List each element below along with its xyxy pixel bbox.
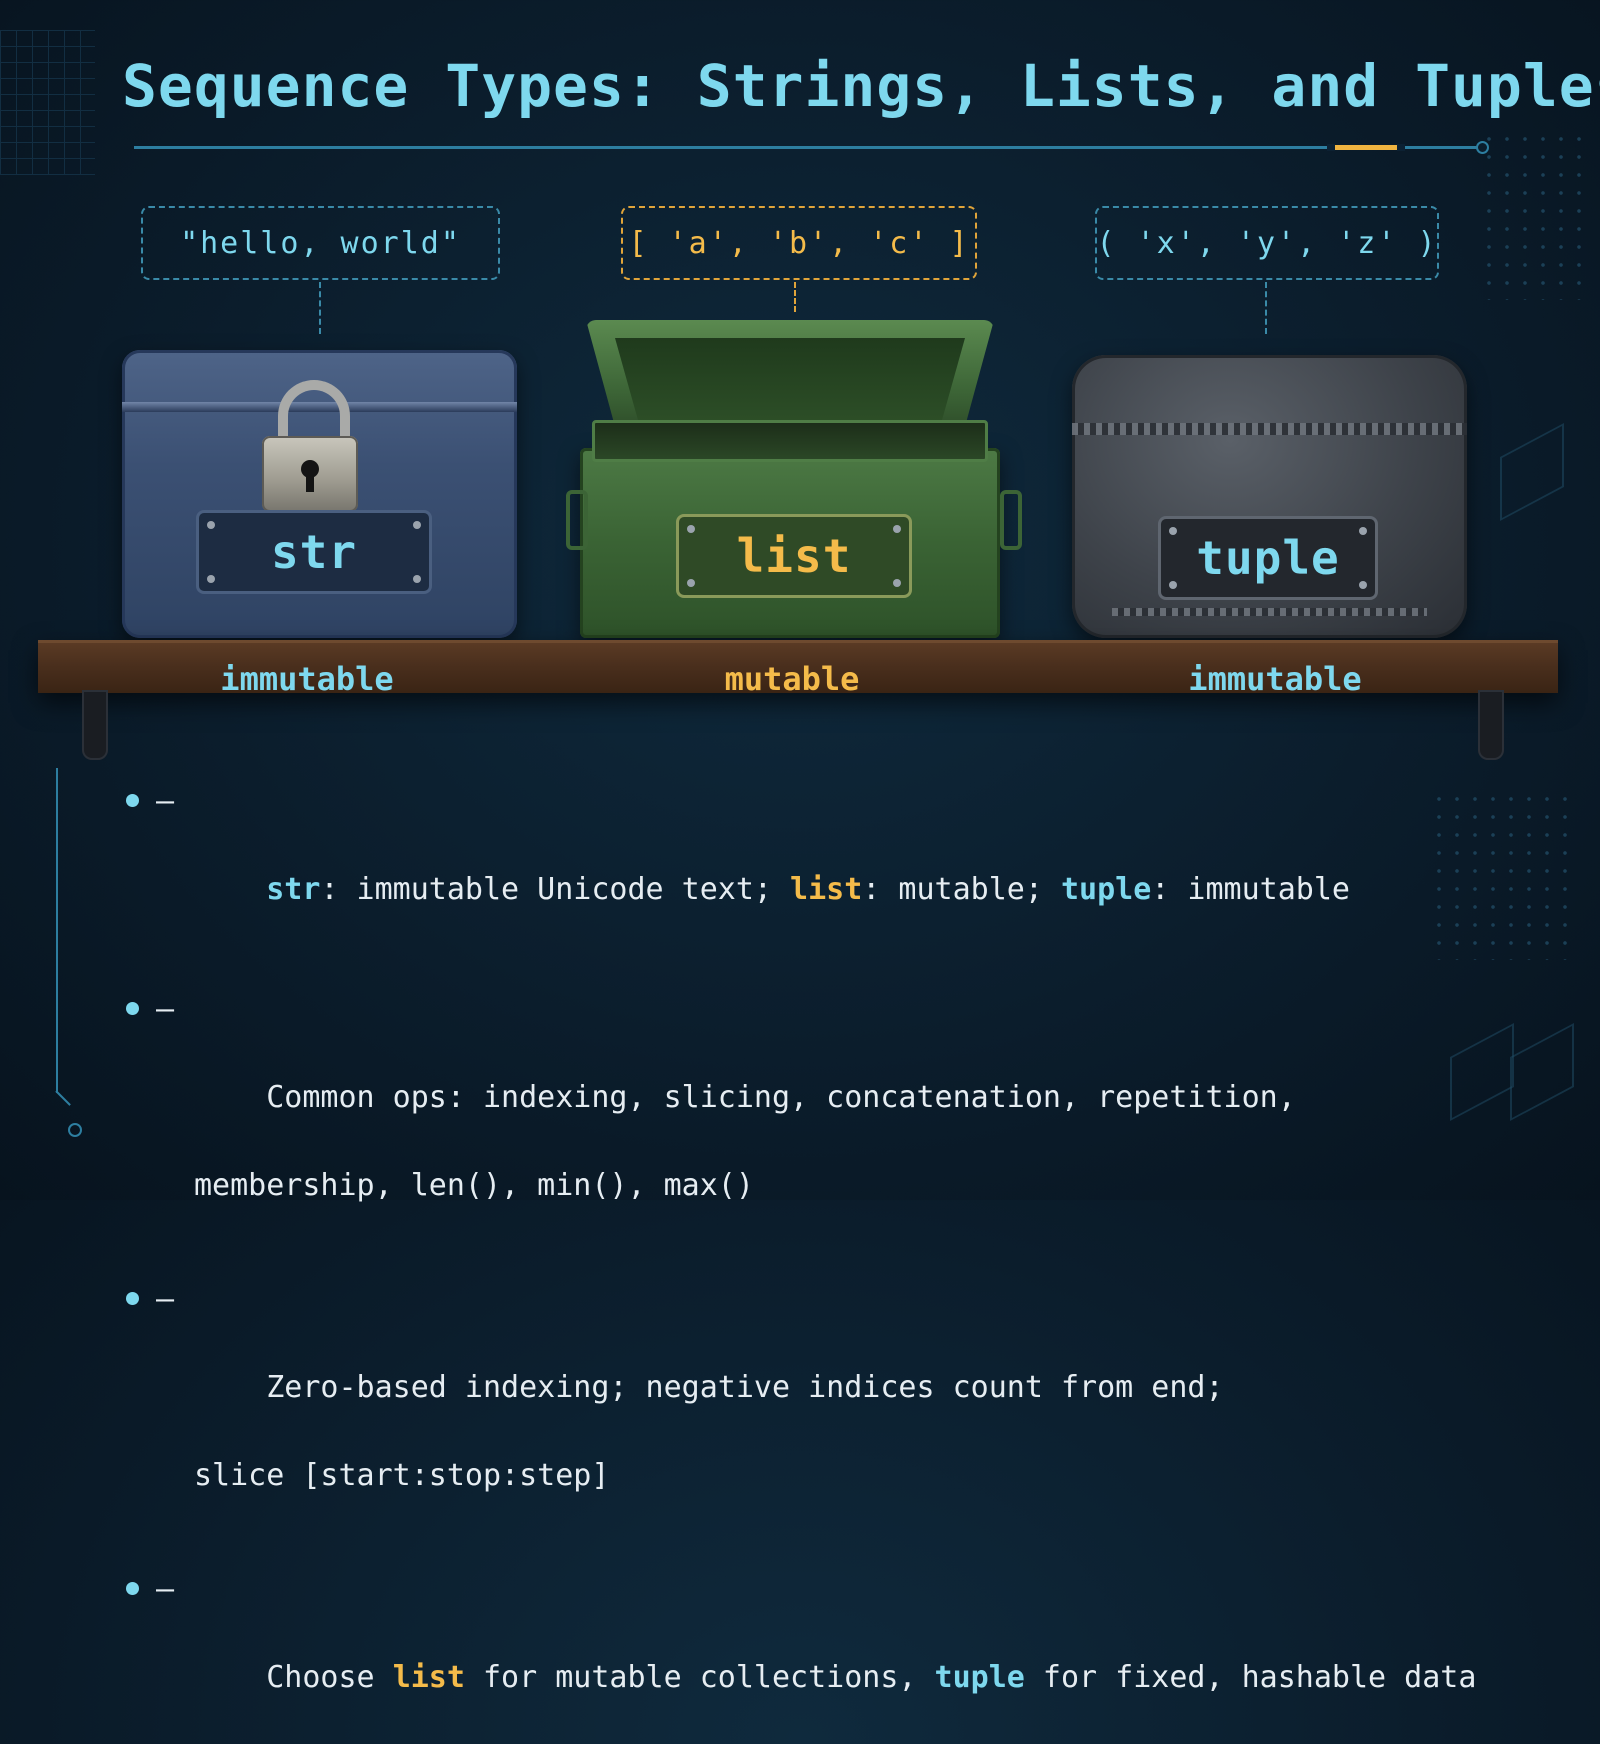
tuple-plate: tuple: [1158, 516, 1378, 600]
keyword-list: list: [392, 1660, 465, 1695]
bullet-text: : mutable;: [862, 872, 1061, 907]
title-underline-node: [1476, 141, 1489, 154]
str-plate: str: [196, 510, 432, 594]
bullet-text: membership, len(), min(), max(): [194, 1168, 754, 1203]
str-connector: [319, 282, 321, 334]
bullet-text: Zero-based indexing; negative indices co…: [266, 1370, 1224, 1405]
list-literal: [ 'a', 'b', 'c' ]: [628, 225, 970, 261]
bullet-dot: [126, 794, 139, 807]
dot-decoration: [1480, 130, 1590, 300]
str-literal-callout: "hello, world": [141, 206, 500, 280]
page-title: Sequence Types: Strings, Lists, and Tupl…: [122, 52, 1600, 120]
cube-decoration: [1450, 1022, 1514, 1122]
tuple-literal-callout: ( 'x', 'y', 'z' ): [1095, 206, 1439, 280]
keyword-str: str: [266, 872, 321, 907]
bullet-text: : immutable: [1151, 872, 1350, 907]
cube-decoration: [1510, 1022, 1574, 1122]
list-box-handle: [1000, 490, 1022, 550]
summary-bullets: – str: immutable Unicode text; list: muta…: [122, 780, 1476, 1744]
bullet-text: Choose: [266, 1660, 393, 1695]
shelf-bracket: [1478, 690, 1504, 760]
cube-decoration: [1500, 422, 1564, 522]
bullet-dot: [126, 1292, 139, 1305]
side-rule: [55, 1090, 71, 1106]
list-mutability-label: mutable: [724, 660, 860, 698]
tuple-plate-label: tuple: [1196, 531, 1340, 585]
title-underline: [134, 146, 1484, 149]
list-box-handle: [566, 490, 588, 550]
str-mutability-label: immutable: [220, 660, 394, 698]
bullet-dash: –: [156, 992, 175, 1027]
keyword-tuple: tuple: [1060, 872, 1152, 907]
list-literal-callout: [ 'a', 'b', 'c' ]: [621, 206, 977, 280]
bullet-dot: [126, 1002, 139, 1015]
tuple-box-seam: [1112, 608, 1427, 616]
rule-gap: [1397, 144, 1405, 151]
bullet-text: for mutable collections,: [464, 1660, 935, 1695]
list-box-rim: [592, 420, 988, 462]
tuple-box-seam: [1072, 423, 1467, 435]
keyword-list: list: [790, 872, 863, 907]
bullet-dot: [126, 1582, 139, 1595]
bullet-item: – Choose list for mutable collections, tu…: [122, 1568, 1476, 1744]
list-plate-label: list: [736, 529, 852, 583]
bullet-item: – str: immutable Unicode text; list: muta…: [122, 780, 1452, 956]
shelf-bracket: [82, 690, 108, 760]
bullet-text: for fixed, hashable data: [1024, 1660, 1477, 1695]
side-rule: [56, 768, 58, 1093]
bullet-text: slice [start:stop:step]: [194, 1458, 610, 1493]
bullet-dash: –: [156, 1572, 175, 1607]
list-connector: [794, 282, 796, 312]
tuple-mutability-label: immutable: [1188, 660, 1362, 698]
title-underline-accent: [1335, 145, 1397, 150]
padlock-icon: [262, 380, 358, 512]
bullet-dash: –: [156, 784, 175, 819]
keyword-tuple: tuple: [934, 1660, 1025, 1695]
bullet-text: Common ops: indexing, slicing, concatena…: [266, 1080, 1296, 1115]
bullet-text: : immutable Unicode text;: [320, 872, 791, 907]
tuple-connector: [1265, 282, 1267, 334]
list-plate: list: [676, 514, 912, 598]
side-rule-node: [68, 1123, 82, 1137]
bullet-dash: –: [156, 1282, 175, 1317]
dot-decoration: [1430, 790, 1580, 960]
grid-decoration: [0, 30, 95, 175]
str-literal: "hello, world": [180, 225, 461, 261]
tuple-literal: ( 'x', 'y', 'z' ): [1096, 225, 1438, 261]
bullet-item: – Zero-based indexing; negative indices c…: [122, 1278, 1452, 1542]
rule-gap: [1327, 144, 1335, 151]
bullet-item: – Common ops: indexing, slicing, concaten…: [122, 988, 1452, 1252]
str-plate-label: str: [270, 525, 358, 579]
